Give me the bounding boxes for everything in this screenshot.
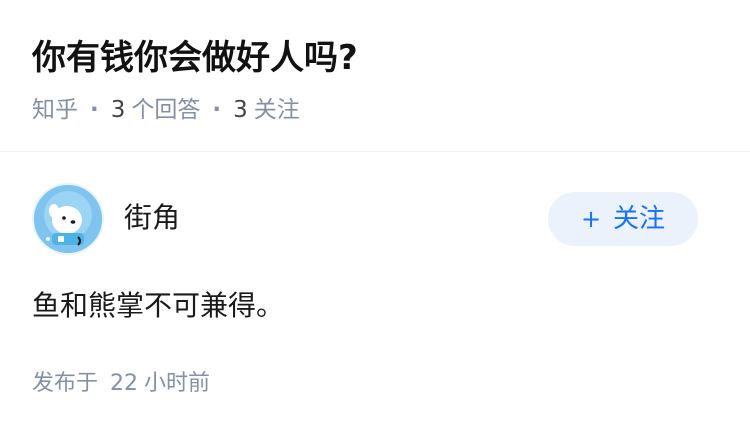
astronaut-dog-avatar-icon xyxy=(34,185,102,253)
divider xyxy=(0,151,750,152)
separator-dot: · xyxy=(90,97,99,123)
author-name[interactable]: 街角 xyxy=(124,198,180,238)
follow-button[interactable]: + 关注 xyxy=(548,192,698,246)
source-label[interactable]: 知乎 xyxy=(32,97,78,123)
separator-dot: · xyxy=(212,97,222,123)
publish-num: 22 xyxy=(110,371,139,396)
publish-prefix: 发布于 xyxy=(32,371,99,396)
follow-button-label: 关注 xyxy=(613,204,666,234)
publish-suffix: 小时前 xyxy=(144,371,211,396)
follow-count: 3 xyxy=(233,97,248,123)
follow-count-label: 关注 xyxy=(253,97,300,123)
answer-content[interactable]: 鱼和熊掌不可兼得。 xyxy=(32,284,284,328)
answer-count: 3 xyxy=(110,97,126,123)
plus-icon: + xyxy=(580,205,602,233)
answer-count-label: 个回答 xyxy=(131,97,201,123)
question-meta: 知乎 · 3 个回答 · 3 关注 xyxy=(32,94,300,126)
publish-time: 发布于 22 小时前 xyxy=(32,367,210,401)
question-title[interactable]: 你有钱你会做好人吗? xyxy=(32,34,358,82)
avatar[interactable] xyxy=(32,183,104,255)
